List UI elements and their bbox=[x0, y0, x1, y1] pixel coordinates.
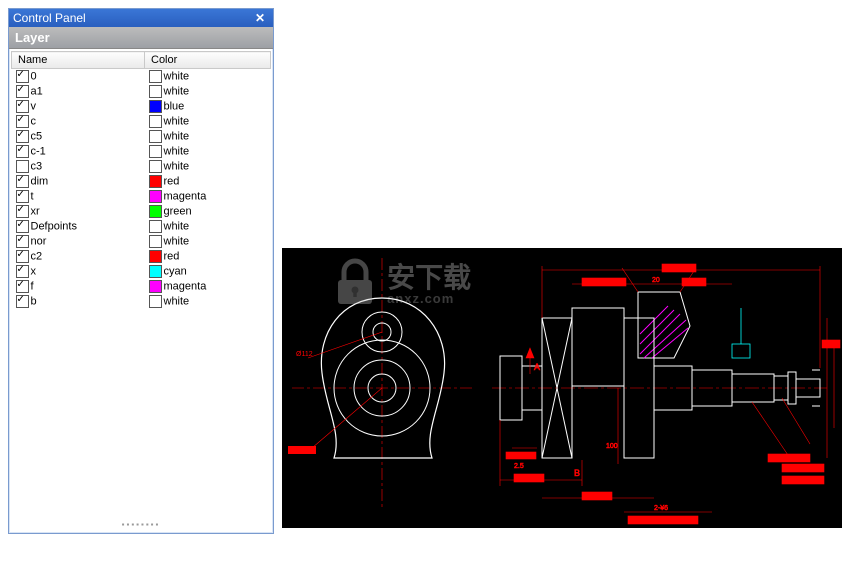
layer-visibility-checkbox[interactable] bbox=[16, 265, 29, 278]
layer-color-name: magenta bbox=[164, 280, 207, 292]
table-row[interactable]: b white bbox=[12, 294, 271, 309]
layer-visibility-checkbox[interactable] bbox=[16, 205, 29, 218]
layer-visibility-checkbox[interactable] bbox=[16, 220, 29, 233]
layer-color-name: white bbox=[164, 85, 190, 97]
layer-table-wrap: Name Color 0 white a1 white v blue c white c5 whi… bbox=[9, 49, 273, 311]
layer-name: c5 bbox=[31, 130, 43, 142]
layer-color-name: red bbox=[164, 175, 180, 187]
layer-visibility-checkbox[interactable] bbox=[16, 130, 29, 143]
panel-titlebar[interactable]: Control Panel ✕ bbox=[9, 9, 273, 27]
cad-drawing: Ø112 bbox=[282, 248, 842, 528]
color-swatch[interactable] bbox=[149, 70, 162, 83]
table-row[interactable]: nor white bbox=[12, 234, 271, 249]
table-row[interactable]: Defpoints white bbox=[12, 219, 271, 234]
color-swatch[interactable] bbox=[149, 265, 162, 278]
table-row[interactable]: xr green bbox=[12, 204, 271, 219]
table-row[interactable]: c2 red bbox=[12, 249, 271, 264]
resize-grip-icon[interactable]: ▪▪▪▪▪▪▪▪ bbox=[9, 520, 273, 529]
cad-viewport[interactable]: 安下载 anxz.com Ø112 bbox=[282, 248, 842, 528]
svg-text:20: 20 bbox=[652, 277, 660, 284]
color-swatch[interactable] bbox=[149, 130, 162, 143]
svg-text:2-¥6: 2-¥6 bbox=[654, 505, 668, 512]
section-header-layer: Layer bbox=[9, 27, 273, 49]
layer-visibility-checkbox[interactable] bbox=[16, 115, 29, 128]
layer-color-name: white bbox=[164, 70, 190, 82]
layer-color-name: magenta bbox=[164, 190, 207, 202]
color-swatch[interactable] bbox=[149, 295, 162, 308]
layer-visibility-checkbox[interactable] bbox=[16, 235, 29, 248]
color-swatch[interactable] bbox=[149, 160, 162, 173]
layer-color-name: white bbox=[164, 295, 190, 307]
layer-name: c3 bbox=[31, 160, 43, 172]
color-swatch[interactable] bbox=[149, 235, 162, 248]
layer-color-name: white bbox=[164, 235, 190, 247]
color-swatch[interactable] bbox=[149, 85, 162, 98]
svg-text:100: 100 bbox=[606, 443, 618, 450]
layer-name: dim bbox=[31, 175, 49, 187]
table-row[interactable]: x cyan bbox=[12, 264, 271, 279]
layer-name: f bbox=[31, 280, 34, 292]
table-row[interactable]: 0 white bbox=[12, 69, 271, 85]
color-swatch[interactable] bbox=[149, 145, 162, 158]
layer-table: Name Color 0 white a1 white v blue c white c5 whi… bbox=[11, 51, 271, 309]
layer-color-name: white bbox=[164, 115, 190, 127]
color-swatch[interactable] bbox=[149, 100, 162, 113]
layer-color-name: white bbox=[164, 130, 190, 142]
table-row[interactable]: t magenta bbox=[12, 189, 271, 204]
layer-visibility-checkbox[interactable] bbox=[16, 250, 29, 263]
col-name[interactable]: Name bbox=[12, 52, 145, 69]
layer-visibility-checkbox[interactable] bbox=[16, 175, 29, 188]
svg-text:B: B bbox=[574, 468, 580, 478]
color-swatch[interactable] bbox=[149, 220, 162, 233]
layer-color-name: white bbox=[164, 220, 190, 232]
table-row[interactable]: a1 white bbox=[12, 84, 271, 99]
layer-visibility-checkbox[interactable] bbox=[16, 85, 29, 98]
color-swatch[interactable] bbox=[149, 175, 162, 188]
layer-color-name: white bbox=[164, 145, 190, 157]
panel-title: Control Panel bbox=[13, 9, 86, 27]
color-swatch[interactable] bbox=[149, 115, 162, 128]
layer-name: b bbox=[31, 295, 37, 307]
layer-name: t bbox=[31, 190, 34, 202]
layer-visibility-checkbox[interactable] bbox=[16, 190, 29, 203]
layer-name: nor bbox=[31, 235, 47, 247]
layer-visibility-checkbox[interactable] bbox=[16, 145, 29, 158]
layer-visibility-checkbox[interactable] bbox=[16, 160, 29, 173]
layer-visibility-checkbox[interactable] bbox=[16, 280, 29, 293]
close-icon[interactable]: ✕ bbox=[251, 9, 269, 27]
svg-text:A: A bbox=[534, 362, 540, 372]
layer-color-name: cyan bbox=[164, 265, 187, 277]
control-panel: Control Panel ✕ Layer Name Color 0whitea… bbox=[8, 8, 274, 534]
layer-name: 0 bbox=[31, 70, 37, 82]
table-row[interactable]: dim red bbox=[12, 174, 271, 189]
table-row[interactable]: v blue bbox=[12, 99, 271, 114]
table-row[interactable]: c white bbox=[12, 114, 271, 129]
col-color[interactable]: Color bbox=[145, 52, 271, 69]
color-swatch[interactable] bbox=[149, 190, 162, 203]
layer-color-name: blue bbox=[164, 100, 185, 112]
layer-name: c2 bbox=[31, 250, 43, 262]
table-row[interactable]: f magenta bbox=[12, 279, 271, 294]
layer-color-name: white bbox=[164, 160, 190, 172]
layer-visibility-checkbox[interactable] bbox=[16, 295, 29, 308]
table-row[interactable]: c3 white bbox=[12, 159, 271, 174]
layer-visibility-checkbox[interactable] bbox=[16, 100, 29, 113]
layer-name: a1 bbox=[31, 85, 43, 97]
color-swatch[interactable] bbox=[149, 250, 162, 263]
layer-name: Defpoints bbox=[31, 220, 77, 232]
svg-text:2.5: 2.5 bbox=[514, 463, 524, 470]
table-row[interactable]: c-1 white bbox=[12, 144, 271, 159]
svg-text:Ø112: Ø112 bbox=[296, 351, 313, 358]
color-swatch[interactable] bbox=[149, 280, 162, 293]
layer-name: x bbox=[31, 265, 37, 277]
layer-name: xr bbox=[31, 205, 40, 217]
layer-color-name: green bbox=[164, 205, 192, 217]
layer-name: v bbox=[31, 100, 37, 112]
layer-name: c bbox=[31, 115, 37, 127]
layer-color-name: red bbox=[164, 250, 180, 262]
color-swatch[interactable] bbox=[149, 205, 162, 218]
layer-name: c-1 bbox=[31, 145, 46, 157]
layer-visibility-checkbox[interactable] bbox=[16, 70, 29, 83]
table-row[interactable]: c5 white bbox=[12, 129, 271, 144]
